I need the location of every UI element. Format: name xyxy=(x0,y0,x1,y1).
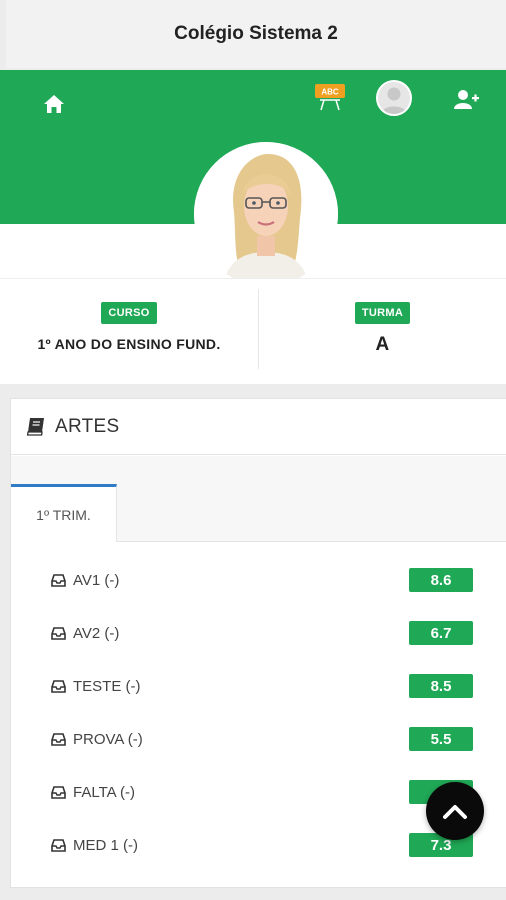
inbox-icon xyxy=(51,574,66,587)
scroll-top-button[interactable] xyxy=(426,782,484,840)
user-avatar-icon[interactable] xyxy=(376,80,412,116)
subject-name: ARTES xyxy=(55,415,120,437)
grade-label: PROVA (-) xyxy=(73,731,143,748)
student-photo xyxy=(194,142,338,286)
inbox-icon xyxy=(51,786,66,799)
grade-score: 8.6 xyxy=(409,568,473,592)
app-titlebar: Colégio Sistema 2 xyxy=(6,0,506,68)
subject-header: ARTES xyxy=(11,399,506,455)
grade-row-av1: AV1 (-) 8.6 xyxy=(11,566,506,596)
turma-value: A xyxy=(375,334,390,355)
turma-badge: TURMA xyxy=(354,302,411,324)
curso-section: CURSO 1º ANO DO ENSINO FUND. xyxy=(0,279,258,385)
curso-badge: CURSO xyxy=(101,302,157,324)
turma-section: TURMA A xyxy=(259,279,506,385)
grade-row-med1: MED 1 (-) 7.3 xyxy=(11,831,506,861)
grade-label: TESTE (-) xyxy=(73,678,141,695)
term-tabs: 1º TRIM. xyxy=(11,456,506,542)
grade-row-teste: TESTE (-) 8.5 xyxy=(11,672,506,702)
grade-score: 5.5 xyxy=(409,727,473,751)
grade-label: FALTA (-) xyxy=(73,784,135,801)
blackboard-icon[interactable]: ABC xyxy=(312,82,348,116)
inbox-icon xyxy=(51,839,66,852)
tabs-divider xyxy=(117,541,506,542)
grade-label: AV2 (-) xyxy=(73,625,120,642)
top-navbar: ABC xyxy=(0,70,506,142)
grade-row-av2: AV2 (-) 6.7 xyxy=(11,619,506,649)
enrollment-info: CURSO 1º ANO DO ENSINO FUND. TURMA A xyxy=(0,278,506,384)
grade-score: 8.5 xyxy=(409,674,473,698)
board-badge-text: ABC xyxy=(321,88,339,97)
grade-label: AV1 (-) xyxy=(73,572,120,589)
curso-value: 1º ANO DO ENSINO FUND. xyxy=(37,336,221,352)
inbox-icon xyxy=(51,680,66,693)
book-icon xyxy=(26,417,44,436)
grade-row-prova: PROVA (-) 5.5 xyxy=(11,725,506,755)
grade-score: 6.7 xyxy=(409,621,473,645)
inbox-icon xyxy=(51,627,66,640)
home-icon[interactable] xyxy=(40,90,68,118)
chevron-up-icon xyxy=(443,805,467,819)
grade-label: MED 1 (-) xyxy=(73,837,138,854)
app-title: Colégio Sistema 2 xyxy=(174,23,338,44)
add-user-icon[interactable] xyxy=(452,88,480,112)
inbox-icon xyxy=(51,733,66,746)
tab-1-trim[interactable]: 1º TRIM. xyxy=(11,484,117,542)
